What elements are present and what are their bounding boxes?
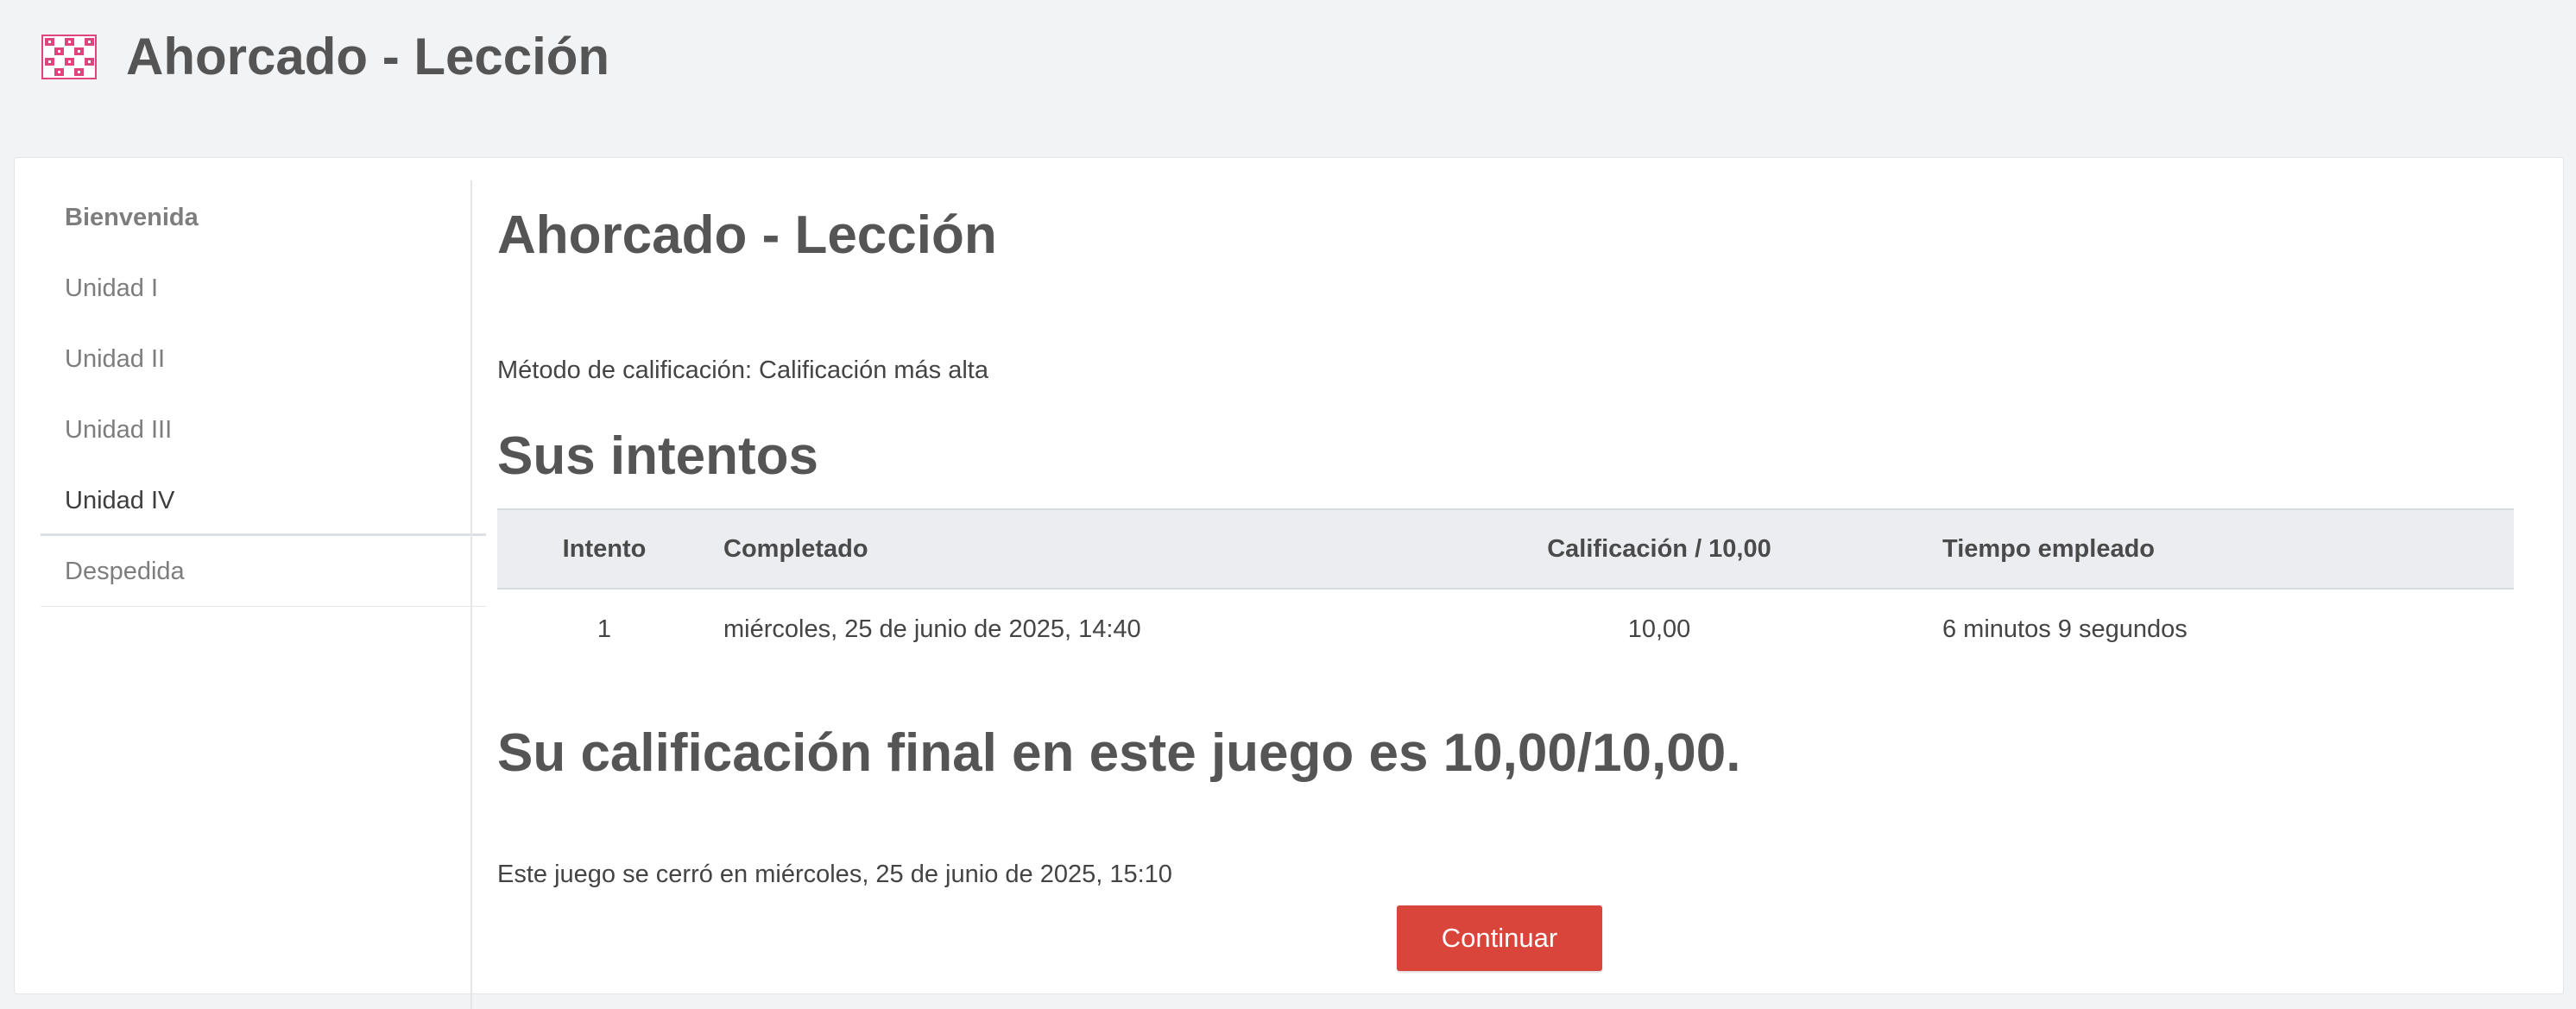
continue-button[interactable]: Continuar <box>1397 905 1602 971</box>
column-header-completado: Completado <box>723 534 868 563</box>
grading-method: Método de calificación: Calificación más… <box>497 356 988 384</box>
page-header: Ahorcado - Lección <box>0 0 2576 157</box>
course-sidebar: Bienvenida Unidad I Unidad II Unidad III… <box>41 182 486 607</box>
attempts-heading: Sus intentos <box>497 426 819 486</box>
sidebar-item-unidad-iii[interactable]: Unidad III <box>41 394 486 465</box>
sidebar-item-bienvenida[interactable]: Bienvenida <box>41 182 486 253</box>
activity-title: Ahorcado - Lección <box>497 205 997 265</box>
cell-grade: 10,00 <box>1627 615 1691 643</box>
cell-completed-date: miércoles, 25 de junio de 2025, 14:40 <box>723 615 1141 643</box>
sidebar-item-unidad-i[interactable]: Unidad I <box>41 253 486 324</box>
cell-attempt-number: 1 <box>597 615 612 643</box>
page-header-title: Ahorcado - Lección <box>126 28 610 85</box>
sidebar-item-unidad-iv[interactable]: Unidad IV <box>41 465 486 536</box>
hangman-game-icon <box>41 35 97 79</box>
column-header-calificacion: Calificación / 10,00 <box>1547 534 1771 563</box>
final-grade-text: Su calificación final en este juego es 1… <box>497 723 1741 783</box>
cell-time-spent: 6 minutos 9 segundos <box>1942 615 2188 643</box>
sidebar-item-unidad-ii[interactable]: Unidad II <box>41 324 486 394</box>
game-closed-text: Este juego se cerró en miércoles, 25 de … <box>497 861 1172 888</box>
content-card: Bienvenida Unidad I Unidad II Unidad III… <box>14 157 2564 1009</box>
column-header-tiempo: Tiempo empleado <box>1942 534 2156 563</box>
column-header-intento: Intento <box>562 534 647 563</box>
attempts-table: Intento Completado Calificación / 10,00 … <box>497 508 2514 670</box>
table-row: 1 miércoles, 25 de junio de 2025, 14:40 … <box>497 589 2514 670</box>
sidebar-divider <box>470 180 472 1009</box>
sidebar-item-despedida[interactable]: Despedida <box>41 536 486 607</box>
table-header-row: Intento Completado Calificación / 10,00 … <box>497 509 2514 589</box>
